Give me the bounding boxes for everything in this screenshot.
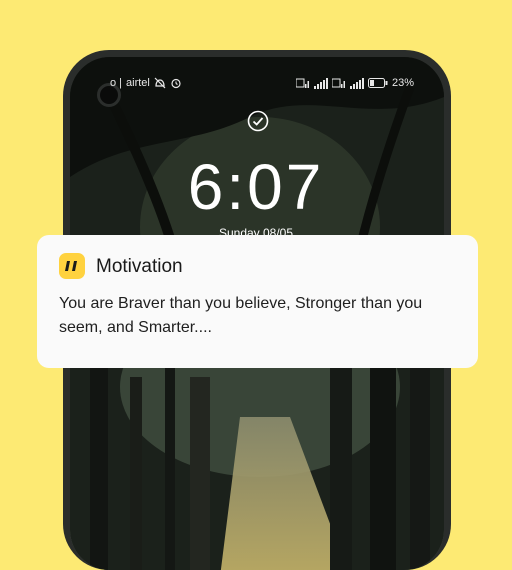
alarm-clock-icon xyxy=(171,78,181,89)
notification-app-name: Motivation xyxy=(96,256,183,277)
volte-icon-2 xyxy=(332,78,345,88)
quote-icon xyxy=(65,261,77,271)
signal-strength-icon-2 xyxy=(350,77,364,89)
battery-percentage: 23% xyxy=(392,77,415,89)
status-bar-right: 23% xyxy=(296,77,414,89)
app-icon xyxy=(59,253,85,279)
status-separator: o | xyxy=(110,77,123,89)
carrier-name: airtel xyxy=(126,77,150,89)
lock-screen-clock: 6:07 xyxy=(187,151,325,223)
alarm-off-icon xyxy=(154,77,166,89)
status-bar-left: o | airtel xyxy=(110,77,182,89)
volte-icon xyxy=(296,78,309,88)
signal-strength-icon xyxy=(314,77,328,89)
notification-message: You are Braver than you believe, Stronge… xyxy=(59,295,423,336)
battery-icon xyxy=(368,78,388,88)
unlock-check-icon[interactable] xyxy=(247,110,269,132)
notification-card[interactable]: Motivation You are Braver than you belie… xyxy=(37,235,478,368)
